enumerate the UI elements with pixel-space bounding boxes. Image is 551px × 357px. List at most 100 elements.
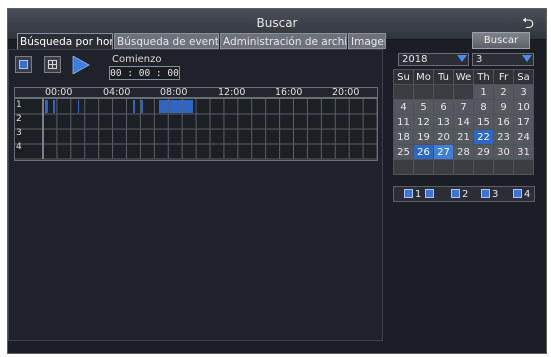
calendar-day[interactable]: 22 <box>473 129 494 145</box>
calendar-day[interactable]: 8 <box>473 99 494 115</box>
calendar-day[interactable]: 16 <box>493 114 514 130</box>
recording-segment <box>133 100 135 113</box>
channel-row-label: 3 <box>16 128 22 138</box>
weekday-header-row: Su Mo Tu We Th Fr Sa <box>393 69 534 85</box>
hour-label: 20:00 <box>332 87 360 98</box>
single-view-icon[interactable] <box>15 56 32 73</box>
calendar-day[interactable]: 6 <box>433 99 454 115</box>
tab-imagen[interactable]: Imagen <box>348 33 386 49</box>
channel-checkbox-label: 3 <box>492 189 499 200</box>
recording-segment <box>45 100 48 113</box>
calendar-day[interactable]: 3 <box>513 84 534 100</box>
year-select[interactable]: 2018 <box>398 53 469 66</box>
calendar: 2018 3 Su Mo Tu We Th Fr Sa 1 2 3 4 5 6 7 8 9 10 11 12 13 14… <box>393 53 535 183</box>
calendar-empty-cell <box>393 84 414 100</box>
checkbox-icon <box>451 189 460 198</box>
play-icon[interactable] <box>72 56 90 74</box>
calendar-grid: Su Mo Tu We Th Fr Sa 1 2 3 4 5 6 7 8 9 10 11 12 13 14 15 16 17 1… <box>393 69 534 175</box>
timeline-cells <box>15 99 377 160</box>
channel-checkbox-label: 1 <box>415 189 422 200</box>
calendar-week-row: 11 12 13 14 15 16 17 <box>393 114 534 130</box>
year-value: 2018 <box>402 54 428 65</box>
weekday-label: Mo <box>413 69 434 85</box>
start-time-input[interactable]: 00 : 00 : 00 <box>109 66 180 80</box>
calendar-empty-cell <box>493 159 514 175</box>
calendar-day[interactable]: 12 <box>413 114 434 130</box>
calendar-day[interactable]: 11 <box>393 114 414 130</box>
calendar-day[interactable]: 13 <box>433 114 454 130</box>
calendar-week-row: 123 <box>393 84 534 100</box>
calendar-empty-cell <box>413 84 434 100</box>
checkbox-icon <box>425 189 434 198</box>
recording-segment <box>141 100 143 113</box>
channel-checkbox-label: 2 <box>462 189 469 200</box>
calendar-day[interactable]: 24 <box>513 129 534 145</box>
chevron-down-icon <box>522 55 532 62</box>
channel-checkbox-3[interactable]: 3 <box>481 189 498 200</box>
comienzo-label: Comienzo <box>112 54 162 65</box>
hour-label: 12:00 <box>218 87 246 98</box>
timeline-grid[interactable]: 1 2 3 4 <box>14 98 378 161</box>
channel-row-label: 1 <box>16 100 22 110</box>
calendar-empty-cell <box>393 159 414 175</box>
calendar-day[interactable]: 25 <box>393 144 414 160</box>
weekday-label: We <box>453 69 474 85</box>
calendar-day[interactable]: 15 <box>473 114 494 130</box>
calendar-week-row: 4 5 6 7 8 9 10 <box>393 99 534 115</box>
window-title: Buscar <box>256 16 298 30</box>
weekday-label: Fr <box>493 69 514 85</box>
calendar-day[interactable]: 30 <box>493 144 514 160</box>
calendar-day[interactable]: 2 <box>493 84 514 100</box>
weekday-label: Sa <box>513 69 534 85</box>
calendar-day[interactable]: 21 <box>453 129 474 145</box>
hour-label: 00:00 <box>45 87 73 98</box>
calendar-day[interactable]: 9 <box>493 99 514 115</box>
calendar-day[interactable]: 7 <box>453 99 474 115</box>
tab-administracion-de-archivos[interactable]: Administración de archivos <box>220 33 347 49</box>
channel-checkbox-all-1[interactable] <box>425 189 436 200</box>
channel-checkboxes: 1 2 3 4 <box>393 186 535 202</box>
quad-view-icon[interactable] <box>44 56 61 73</box>
tab-busqueda-de-eventos[interactable]: Búsqueda de eventos <box>114 33 219 49</box>
weekday-label: Su <box>393 69 414 85</box>
tab-busqueda-por-hora[interactable]: Búsqueda por hora <box>17 33 113 49</box>
calendar-empty-cell <box>413 159 434 175</box>
calendar-day[interactable]: 27 <box>433 144 454 160</box>
calendar-day[interactable]: 1 <box>473 84 494 100</box>
buscar-button[interactable]: Buscar <box>472 32 530 49</box>
calendar-day[interactable]: 26 <box>413 144 434 160</box>
checkbox-icon <box>513 189 522 198</box>
weekday-label: Th <box>473 69 494 85</box>
recording-segment <box>53 100 55 113</box>
channel-checkbox-2[interactable]: 2 <box>451 189 468 200</box>
calendar-day[interactable]: 28 <box>453 144 474 160</box>
recording-segment <box>159 100 193 113</box>
calendar-day[interactable]: 4 <box>393 99 414 115</box>
channel-checkbox-1[interactable]: 1 <box>404 189 421 200</box>
calendar-empty-cell <box>433 84 454 100</box>
weekday-label: Tu <box>433 69 454 85</box>
hour-label: 04:00 <box>103 87 131 98</box>
calendar-empty-cell <box>453 84 474 100</box>
calendar-day[interactable]: 23 <box>493 129 514 145</box>
calendar-day[interactable]: 14 <box>453 114 474 130</box>
calendar-day[interactable]: 29 <box>473 144 494 160</box>
checkbox-icon <box>481 189 490 198</box>
channel-checkbox-4[interactable]: 4 <box>513 189 530 200</box>
recording-segment <box>78 100 79 113</box>
calendar-day[interactable]: 5 <box>413 99 434 115</box>
checkbox-icon <box>404 189 413 198</box>
month-value: 3 <box>476 54 483 65</box>
calendar-empty-cell <box>453 159 474 175</box>
month-select[interactable]: 3 <box>472 53 534 66</box>
channel-row-label: 2 <box>16 114 22 124</box>
calendar-day[interactable]: 18 <box>393 129 414 145</box>
calendar-day[interactable]: 20 <box>433 129 454 145</box>
chevron-down-icon <box>457 55 467 62</box>
calendar-empty-cell <box>473 159 494 175</box>
channel-row-label: 4 <box>16 142 22 152</box>
calendar-day[interactable]: 31 <box>513 144 534 160</box>
calendar-day[interactable]: 17 <box>513 114 534 130</box>
calendar-day[interactable]: 19 <box>413 129 434 145</box>
calendar-day[interactable]: 10 <box>513 99 534 115</box>
